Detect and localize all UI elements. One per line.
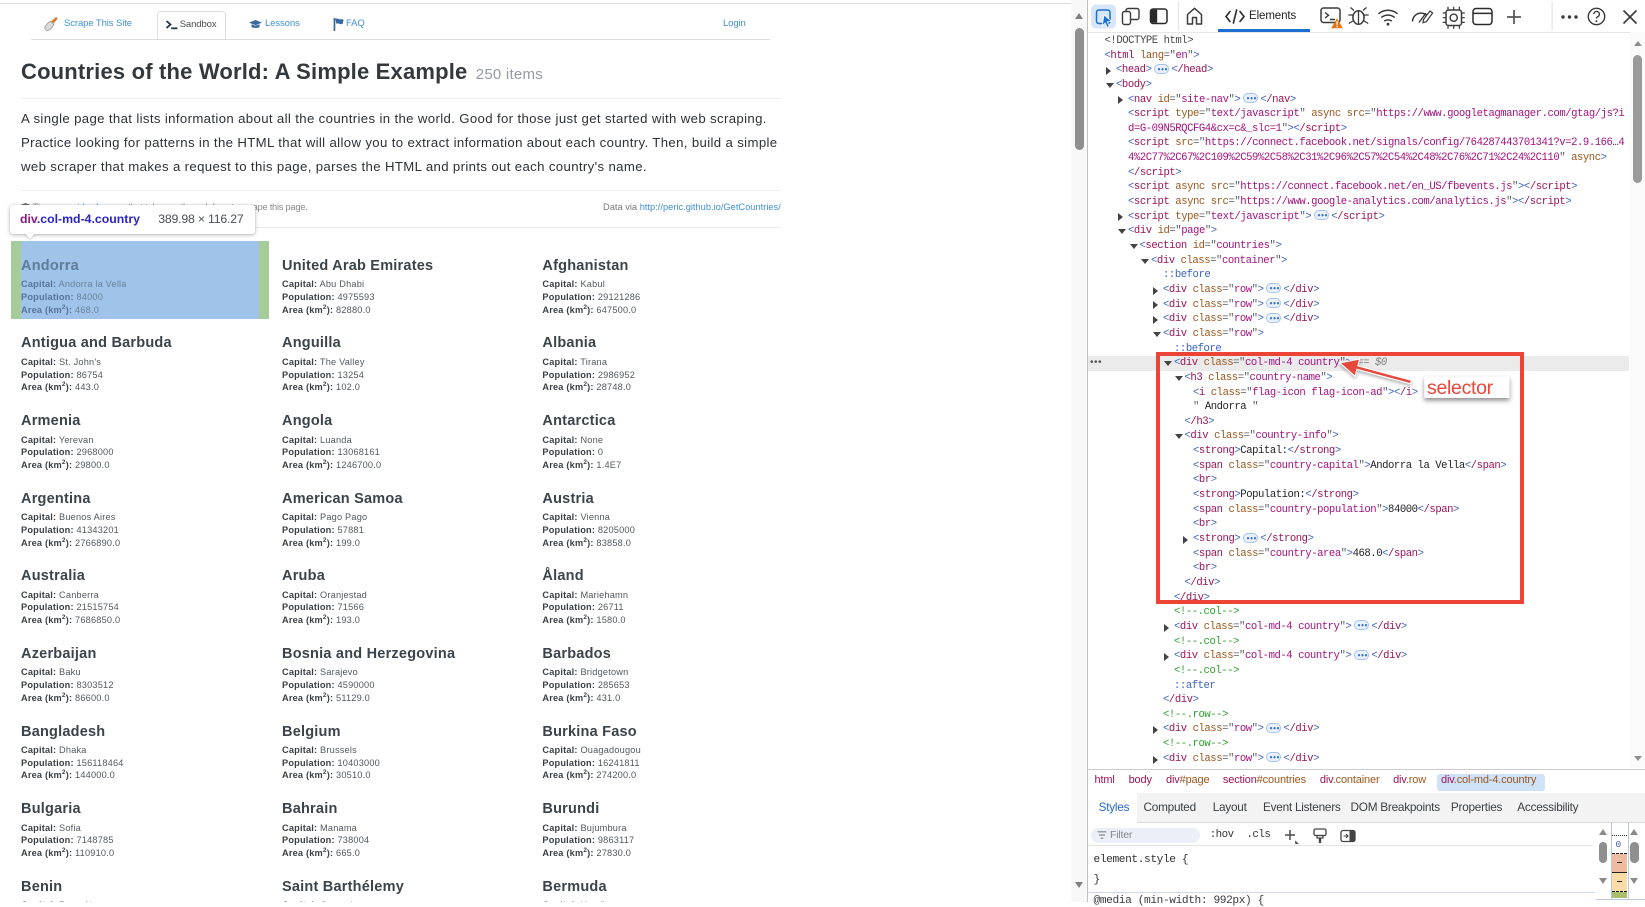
svg-text:selector: selector: [1427, 377, 1494, 399]
